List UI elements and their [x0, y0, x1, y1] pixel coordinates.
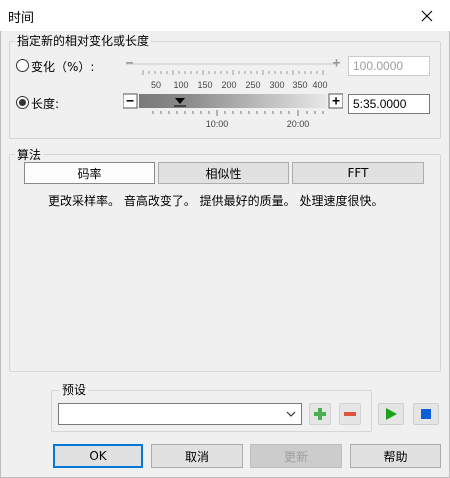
length-slider-graphic [123, 93, 343, 116]
change-label: 变化（%）: [31, 60, 95, 74]
plus-icon [314, 408, 326, 420]
length-tick-label: 20:00 [286, 119, 310, 129]
change-tick-label: 100 [173, 80, 189, 90]
length-plus-button[interactable]: + [329, 94, 343, 108]
close-button[interactable] [404, 0, 450, 31]
algorithm-group [9, 154, 441, 372]
change-slider: − + [123, 56, 343, 75]
chevron-down-icon[interactable] [285, 407, 297, 421]
cancel-button[interactable]: 取消 [151, 444, 243, 468]
algorithm-description: 更改采样率。 音高改变了。 提供最好的质量。 处理速度很快。 [48, 194, 384, 208]
length-minus-button[interactable]: − [123, 94, 137, 108]
length-tick-label: 10:00 [205, 119, 229, 129]
change-tick-label: 50 [150, 80, 162, 90]
close-icon [421, 10, 433, 21]
add-preset-button[interactable] [309, 403, 331, 425]
change-radio[interactable] [16, 59, 29, 72]
tab-fft[interactable]: FFT [292, 162, 424, 184]
length-field[interactable]: 5:35.0000 [348, 94, 430, 114]
new-length-group-label: 指定新的相对变化或长度 [15, 34, 152, 48]
preset-combo[interactable] [58, 403, 302, 425]
change-tick-label: 150 [197, 80, 213, 90]
tab-bitrate[interactable]: 码率 [24, 162, 155, 184]
change-minus-button[interactable]: − [123, 57, 136, 70]
remove-preset-button[interactable] [339, 403, 361, 425]
preset-group-label: 预设 [60, 383, 89, 397]
window-title: 时间 [8, 11, 35, 26]
algorithm-group-label: 算法 [15, 148, 44, 162]
help-button[interactable]: 帮助 [350, 444, 441, 468]
title-bar: 时间 [0, 0, 450, 31]
length-slider[interactable]: − + [123, 93, 343, 116]
ok-button[interactable]: OK [53, 444, 143, 468]
change-tick-label: 250 [245, 80, 261, 90]
change-tick-label: 400 [312, 80, 328, 90]
play-button[interactable] [378, 403, 404, 425]
change-plus-button[interactable]: + [330, 57, 343, 70]
change-slider-graphic [126, 63, 338, 75]
stop-button[interactable] [413, 403, 439, 425]
length-radio[interactable] [16, 96, 29, 109]
play-icon [386, 408, 397, 420]
change-percent-field[interactable]: 100.0000 [348, 56, 430, 76]
minus-icon [344, 412, 356, 416]
length-label: 长度: [31, 97, 60, 111]
stop-icon [421, 409, 431, 419]
change-tick-label: 350 [292, 80, 308, 90]
update-button: 更新 [250, 444, 342, 468]
tab-similarity[interactable]: 相似性 [158, 162, 289, 184]
change-tick-label: 300 [269, 80, 285, 90]
change-tick-label: 200 [221, 80, 237, 90]
